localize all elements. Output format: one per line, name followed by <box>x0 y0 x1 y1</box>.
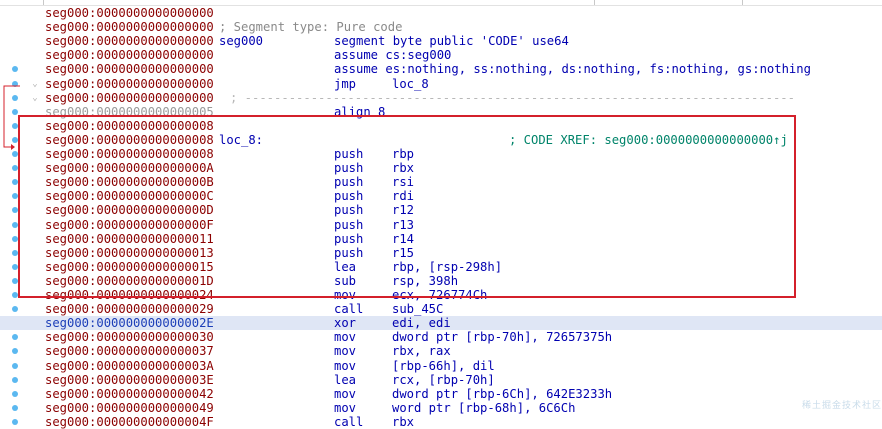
line-address[interactable]: seg000:0000000000000049 <box>45 401 214 415</box>
listing-line[interactable]: seg000:0000000000000030 mov dword ptr [rbp… <box>0 330 882 344</box>
instruction-mnemonic[interactable]: xor <box>334 316 356 330</box>
instruction-operands[interactable]: rbx <box>392 415 414 429</box>
instruction-mnemonic[interactable]: segment byte public 'CODE' use64 <box>334 34 569 48</box>
line-address[interactable]: seg000:000000000000004F <box>45 415 214 429</box>
listing-line[interactable]: seg000:0000000000000000 jmp loc_8 <box>0 77 882 91</box>
code-label[interactable]: seg000 <box>219 34 263 48</box>
title-bar <box>0 0 882 6</box>
line-address[interactable]: seg000:0000000000000000 <box>45 62 214 76</box>
line-address[interactable]: seg000:0000000000000000 <box>45 34 214 48</box>
instruction-mnemonic[interactable]: mov <box>334 401 356 415</box>
code-comment: ; Segment type: Pure code <box>219 20 403 35</box>
listing-line[interactable]: seg000:000000000000003E lea rcx, [rbp-70h] <box>0 373 882 387</box>
listing-line[interactable]: seg000:0000000000000037 mov rbx, rax <box>0 344 882 358</box>
instruction-mnemonic[interactable]: call <box>334 302 363 316</box>
instruction-mnemonic[interactable]: mov <box>334 387 356 401</box>
line-address[interactable]: seg000:000000000000002E <box>45 316 214 330</box>
listing-line[interactable]: seg000:0000000000000000 assume es:nothing… <box>0 62 882 76</box>
instruction-operands[interactable]: word ptr [rbp-68h], 6C6Ch <box>392 401 575 415</box>
listing-line[interactable]: seg000:0000000000000000 ; Segment type: P… <box>0 20 882 34</box>
listing-line[interactable]: seg000:0000000000000000 <box>0 6 882 20</box>
line-address[interactable]: seg000:0000000000000000 <box>45 77 214 91</box>
line-address[interactable]: seg000:0000000000000000 <box>45 20 214 34</box>
line-address[interactable]: seg000:0000000000000000 <box>45 48 214 62</box>
listing-line[interactable]: seg000:0000000000000000 seg000 segment byt… <box>0 34 882 48</box>
instruction-operands[interactable]: sub_45C <box>392 302 443 316</box>
line-address[interactable]: seg000:0000000000000029 <box>45 302 214 316</box>
line-address[interactable]: seg000:0000000000000042 <box>45 387 214 401</box>
line-address[interactable]: seg000:0000000000000037 <box>45 344 214 358</box>
instruction-mnemonic[interactable]: mov <box>334 359 356 373</box>
listing-line[interactable]: seg000:0000000000000000 assume cs:seg000 <box>0 48 882 62</box>
instruction-operands[interactable]: rcx, [rbp-70h] <box>392 373 495 387</box>
instruction-mnemonic[interactable]: mov <box>334 330 356 344</box>
listing-line[interactable]: seg000:000000000000002E xor edi, edi <box>0 316 882 331</box>
instruction-mnemonic[interactable]: lea <box>334 373 356 387</box>
instruction-operands[interactable]: [rbp-66h], dil <box>392 359 495 373</box>
instruction-mnemonic[interactable]: jmp <box>334 77 356 91</box>
instruction-operands[interactable]: dword ptr [rbp-70h], 72657375h <box>392 330 612 344</box>
line-address[interactable]: seg000:0000000000000000 <box>45 6 214 20</box>
instruction-operands[interactable]: loc_8 <box>392 77 429 91</box>
listing-line[interactable]: seg000:0000000000000000 ; ---------------… <box>0 91 882 105</box>
instruction-mnemonic[interactable]: call <box>334 415 363 429</box>
line-address[interactable]: seg000:0000000000000000 <box>45 91 214 105</box>
instruction-operands[interactable]: rbx, rax <box>392 344 451 358</box>
watermark: 稀土掘金技术社区 <box>802 401 882 411</box>
jump-arrow-head <box>11 144 15 150</box>
highlight-box <box>18 115 796 298</box>
listing-line[interactable]: seg000:0000000000000049 mov word ptr [rbp-… <box>0 401 882 415</box>
instruction-operands[interactable]: edi, edi <box>392 316 451 330</box>
line-address[interactable]: seg000:000000000000003E <box>45 373 214 387</box>
separator-comment: ; --------------------------------------… <box>230 90 795 105</box>
instruction-mnemonic[interactable]: assume es:nothing, ss:nothing, ds:nothin… <box>334 62 811 76</box>
listing-line[interactable]: seg000:000000000000003A mov [rbp-66h], dil <box>0 359 882 373</box>
instruction-mnemonic[interactable]: mov <box>334 344 356 358</box>
listing-line[interactable]: seg000:0000000000000029 call sub_45C <box>0 302 882 316</box>
instruction-operands[interactable]: dword ptr [rbp-6Ch], 642E3233h <box>392 387 612 401</box>
listing-line[interactable]: seg000:000000000000004F call rbx <box>0 415 882 429</box>
line-address[interactable]: seg000:000000000000003A <box>45 359 214 373</box>
instruction-mnemonic[interactable]: assume cs:seg000 <box>334 48 451 62</box>
listing-line[interactable]: seg000:0000000000000042 mov dword ptr [rbp… <box>0 387 882 401</box>
line-address[interactable]: seg000:0000000000000030 <box>45 330 214 344</box>
